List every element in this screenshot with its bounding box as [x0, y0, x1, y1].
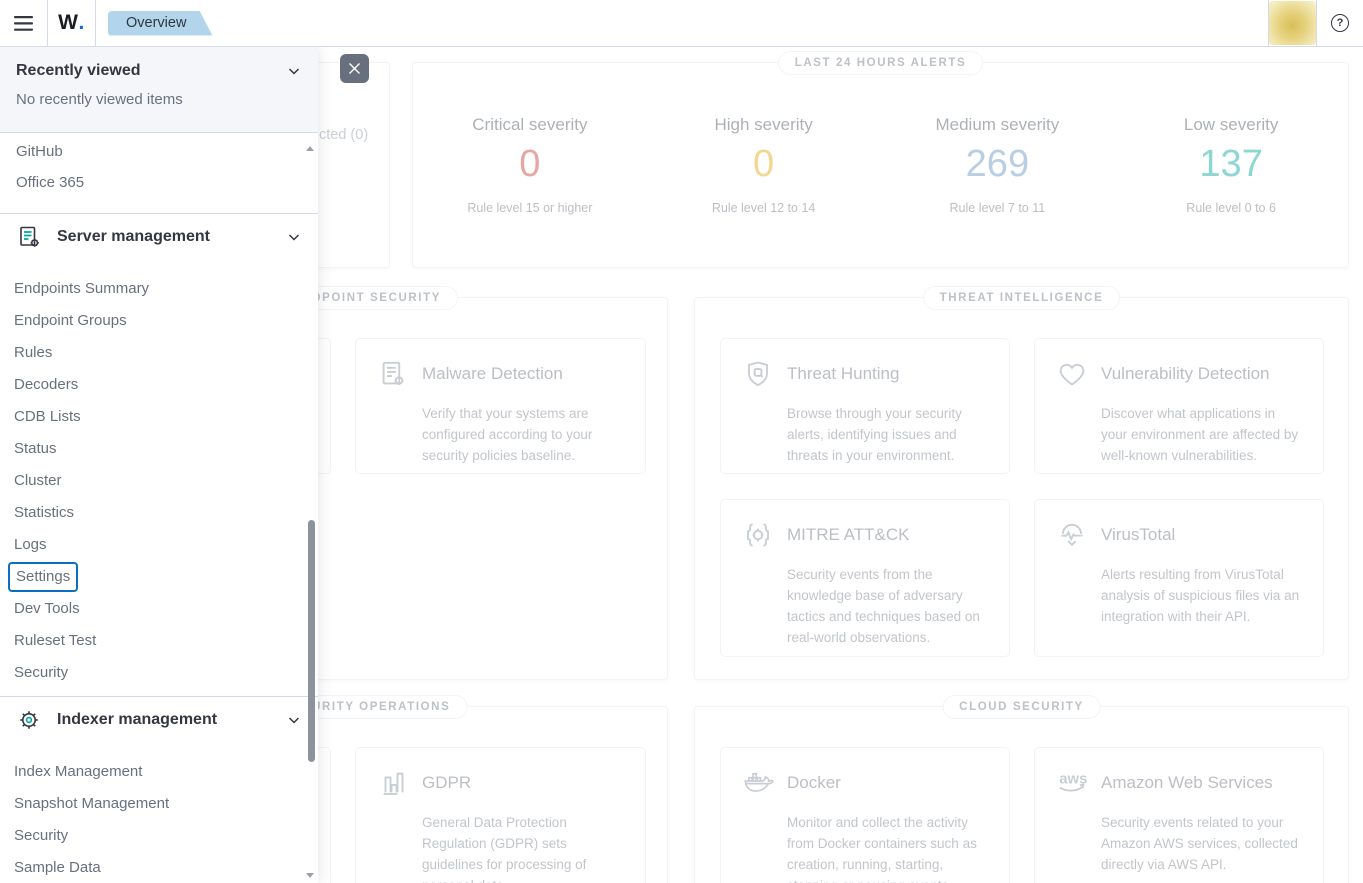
hamburger-menu-icon[interactable] [0, 0, 47, 47]
recently-viewed-section: Recently viewed No recently viewed items [0, 47, 318, 133]
indexer-management-icon [16, 707, 42, 733]
sidebar-scrollbar-thumb[interactable] [308, 520, 315, 762]
sidebar-item-sample-data[interactable]: Sample Data [0, 852, 318, 883]
sidebar-item-indexer-security[interactable]: Security [0, 820, 318, 852]
indexer-management-title: Indexer management [57, 711, 217, 729]
tab-overview[interactable]: Overview [108, 11, 212, 36]
sidebar-item-logs[interactable]: Logs [0, 529, 318, 561]
sidebar-item-endpoint-groups[interactable]: Endpoint Groups [0, 305, 318, 337]
close-icon [348, 62, 361, 75]
user-avatar[interactable] [1269, 1, 1316, 45]
sidebar-item-statistics[interactable]: Statistics [0, 497, 318, 529]
sidebar-item-status[interactable]: Status [0, 433, 318, 465]
server-management-icon [16, 224, 42, 250]
sidebar-item-settings[interactable]: Settings [0, 561, 318, 593]
topbar-divider [95, 0, 96, 47]
sidebar-item-ruleset-test[interactable]: Ruleset Test [0, 625, 318, 657]
indexer-management-items: Index Management Snapshot Management Sec… [0, 743, 318, 883]
server-management-toggle[interactable]: Server management [0, 214, 318, 260]
sidebar-item-index-management[interactable]: Index Management [0, 756, 318, 788]
top-bar: W. Overview ? [0, 0, 1363, 47]
wazuh-logo[interactable]: W. [48, 0, 95, 47]
server-management-title: Server management [57, 228, 210, 246]
sidebar-item-security[interactable]: Security [0, 657, 318, 689]
sidebar-item-snapshot-management[interactable]: Snapshot Management [0, 788, 318, 820]
close-flyout-button[interactable] [340, 54, 369, 83]
sidebar-item-rules[interactable]: Rules [0, 337, 318, 369]
settings-focus-ring: Settings [8, 562, 78, 592]
sidebar-item-github[interactable]: GitHub [0, 136, 318, 167]
server-management-items: Endpoints Summary Endpoint Groups Rules … [0, 260, 318, 697]
chevron-down-icon [286, 712, 302, 728]
sidebar-item-cdb-lists[interactable]: CDB Lists [0, 401, 318, 433]
recently-viewed-empty: No recently viewed items [16, 91, 302, 108]
indexer-management-toggle[interactable]: Indexer management [0, 697, 318, 743]
chevron-down-icon [286, 229, 302, 245]
recently-viewed-title: Recently viewed [16, 62, 141, 80]
nav-scroll-tail: GitHub Office 365 [0, 133, 318, 214]
sidebar-item-decoders[interactable]: Decoders [0, 369, 318, 401]
help-button[interactable]: ? [1317, 0, 1363, 47]
nav-flyout: Recently viewed No recently viewed items… [0, 47, 318, 883]
wazuh-dashboard: cted (0) LAST 24 HOURS ALERTS Critical s… [0, 0, 1363, 883]
scroll-down-icon[interactable] [306, 873, 314, 878]
sidebar-item-endpoints-summary[interactable]: Endpoints Summary [0, 273, 318, 305]
recently-viewed-toggle[interactable]: Recently viewed [16, 62, 302, 80]
sidebar-item-dev-tools[interactable]: Dev Tools [0, 593, 318, 625]
help-icon: ? [1331, 14, 1349, 32]
sidebar-item-office-365[interactable]: Office 365 [0, 167, 318, 198]
scroll-up-icon[interactable] [306, 146, 314, 151]
sidebar-item-cluster[interactable]: Cluster [0, 465, 318, 497]
chevron-down-icon [286, 63, 302, 79]
